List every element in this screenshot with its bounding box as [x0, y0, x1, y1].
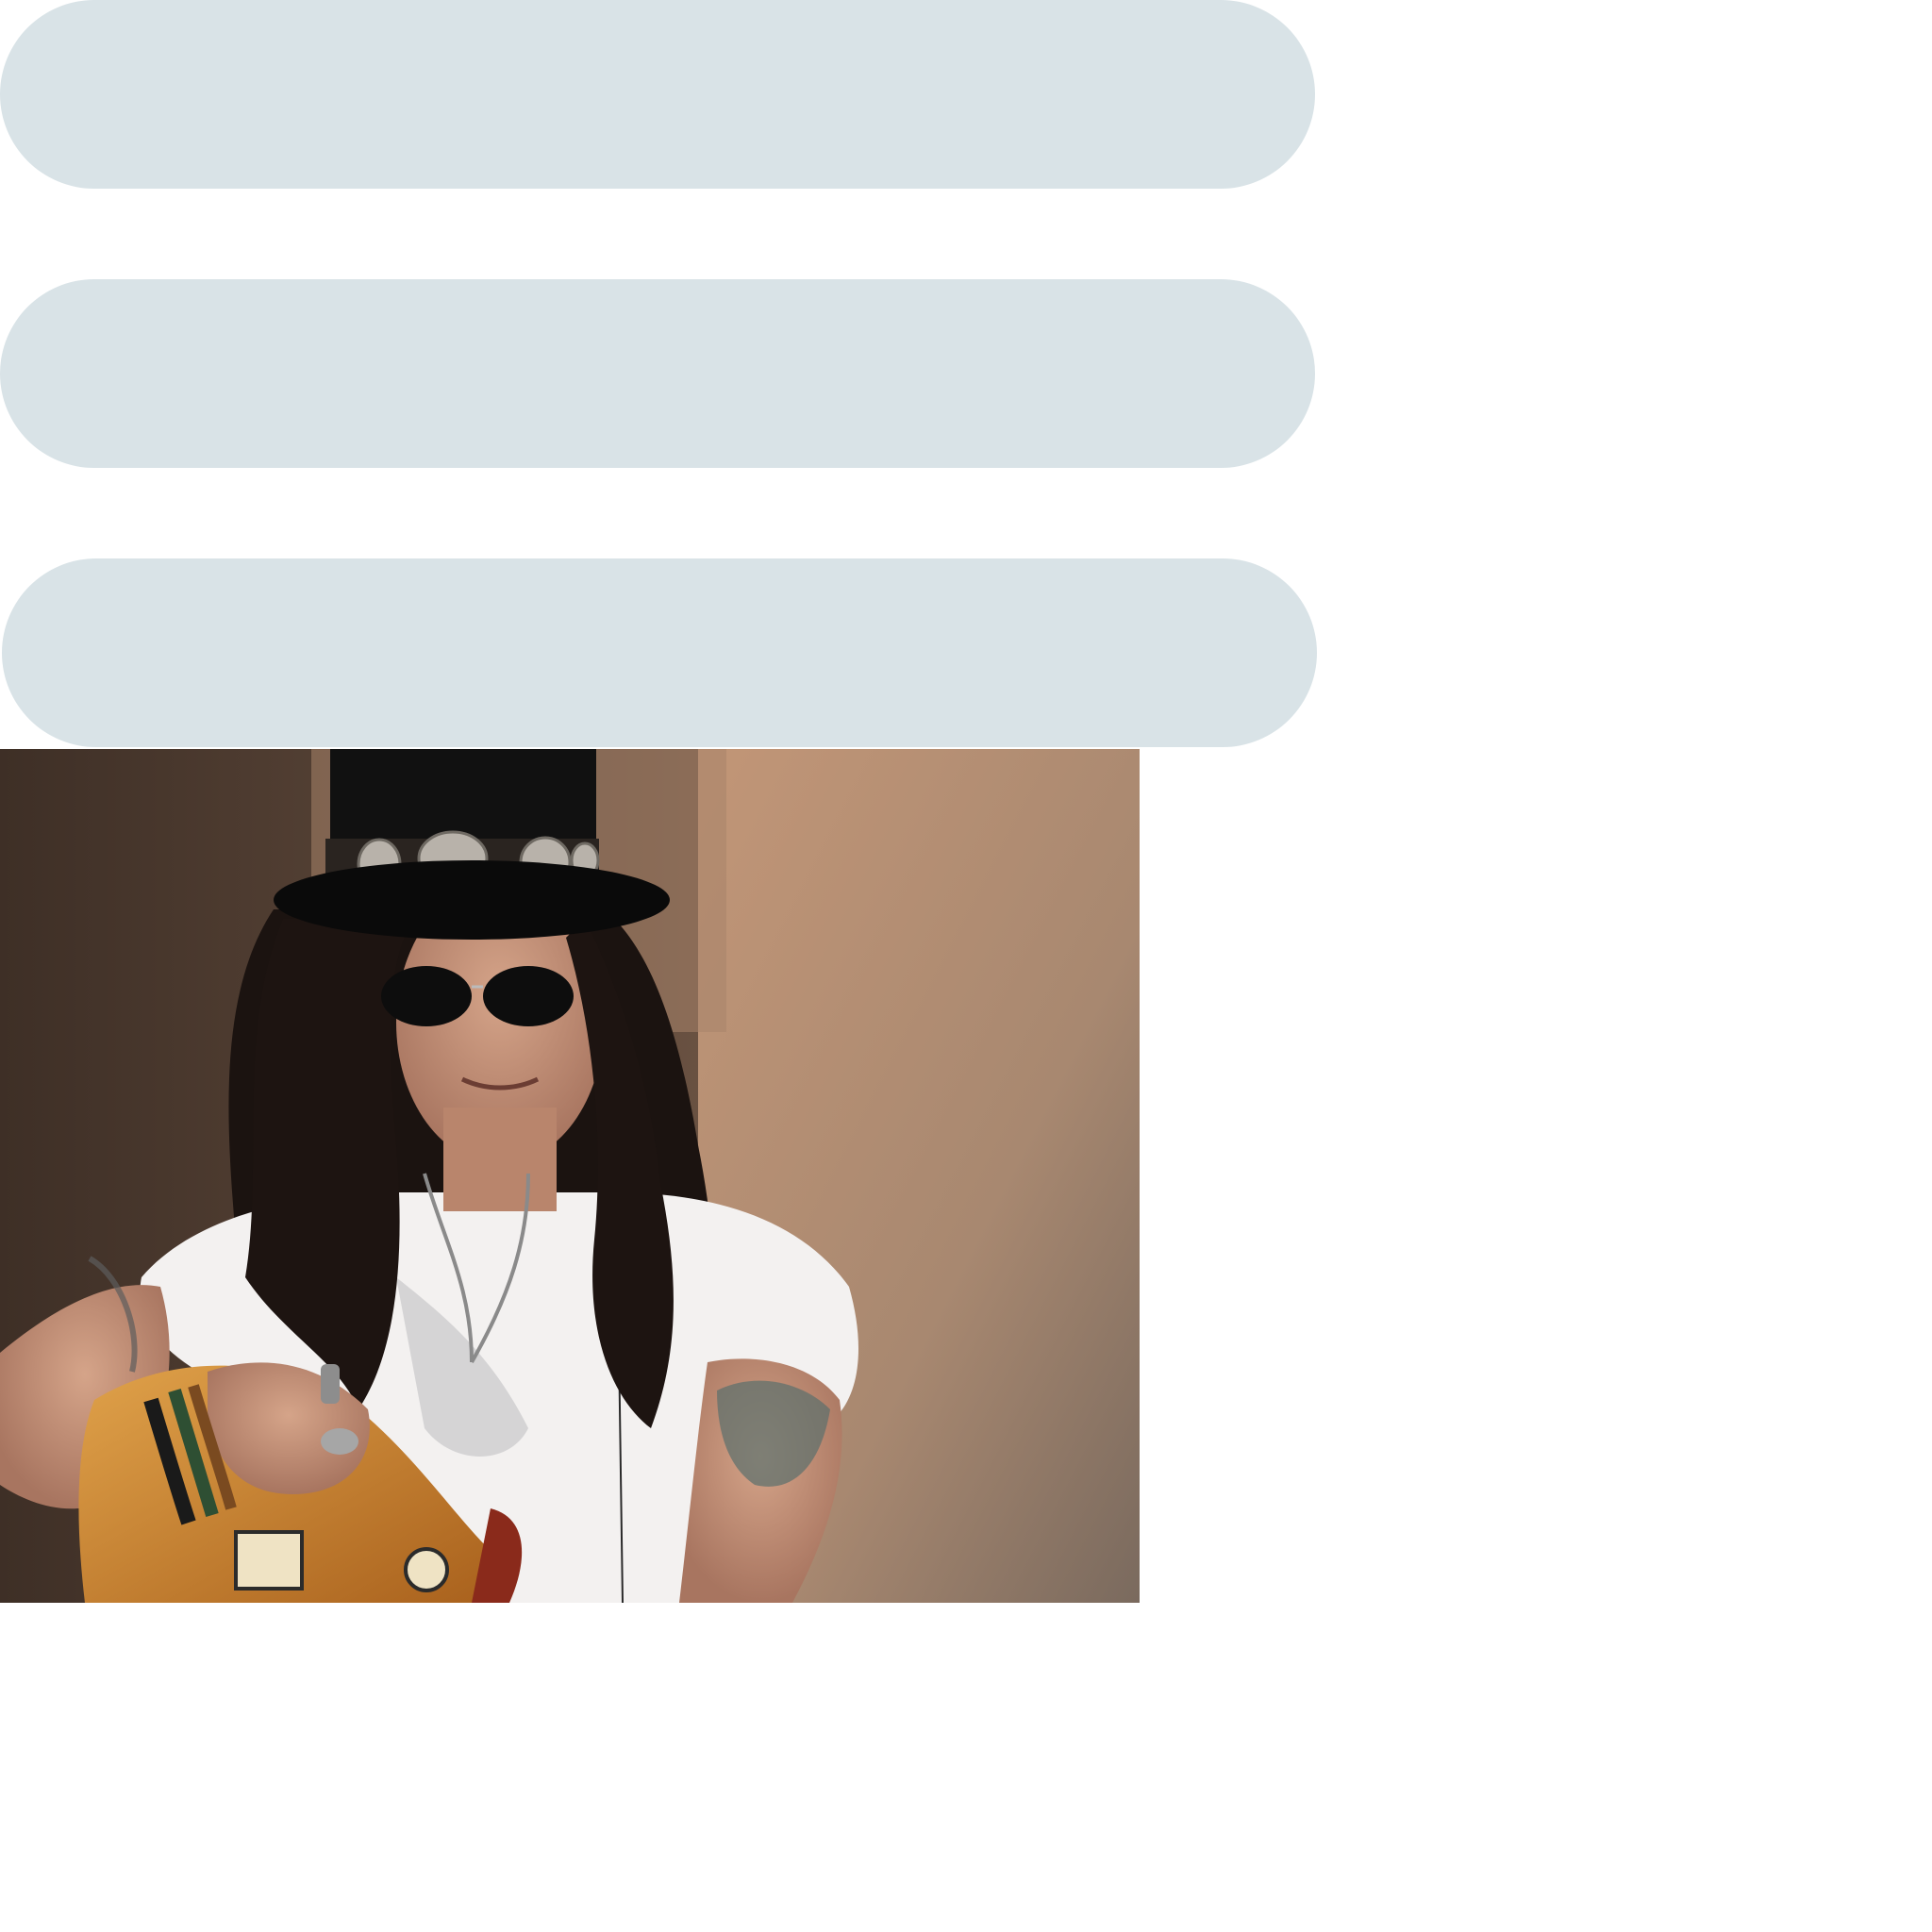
option-button-1[interactable]	[0, 0, 1315, 189]
sunglasses-right	[483, 966, 574, 1026]
hat-brim	[274, 860, 670, 940]
option-button-3[interactable]	[2, 558, 1317, 747]
guitarist-photo	[0, 749, 1140, 1603]
option-button-2[interactable]	[0, 279, 1315, 468]
ring	[321, 1428, 358, 1455]
sunglasses-left	[381, 966, 472, 1026]
guitar-knob	[404, 1547, 449, 1592]
ring	[321, 1364, 340, 1404]
guitar-pickup	[234, 1530, 304, 1591]
